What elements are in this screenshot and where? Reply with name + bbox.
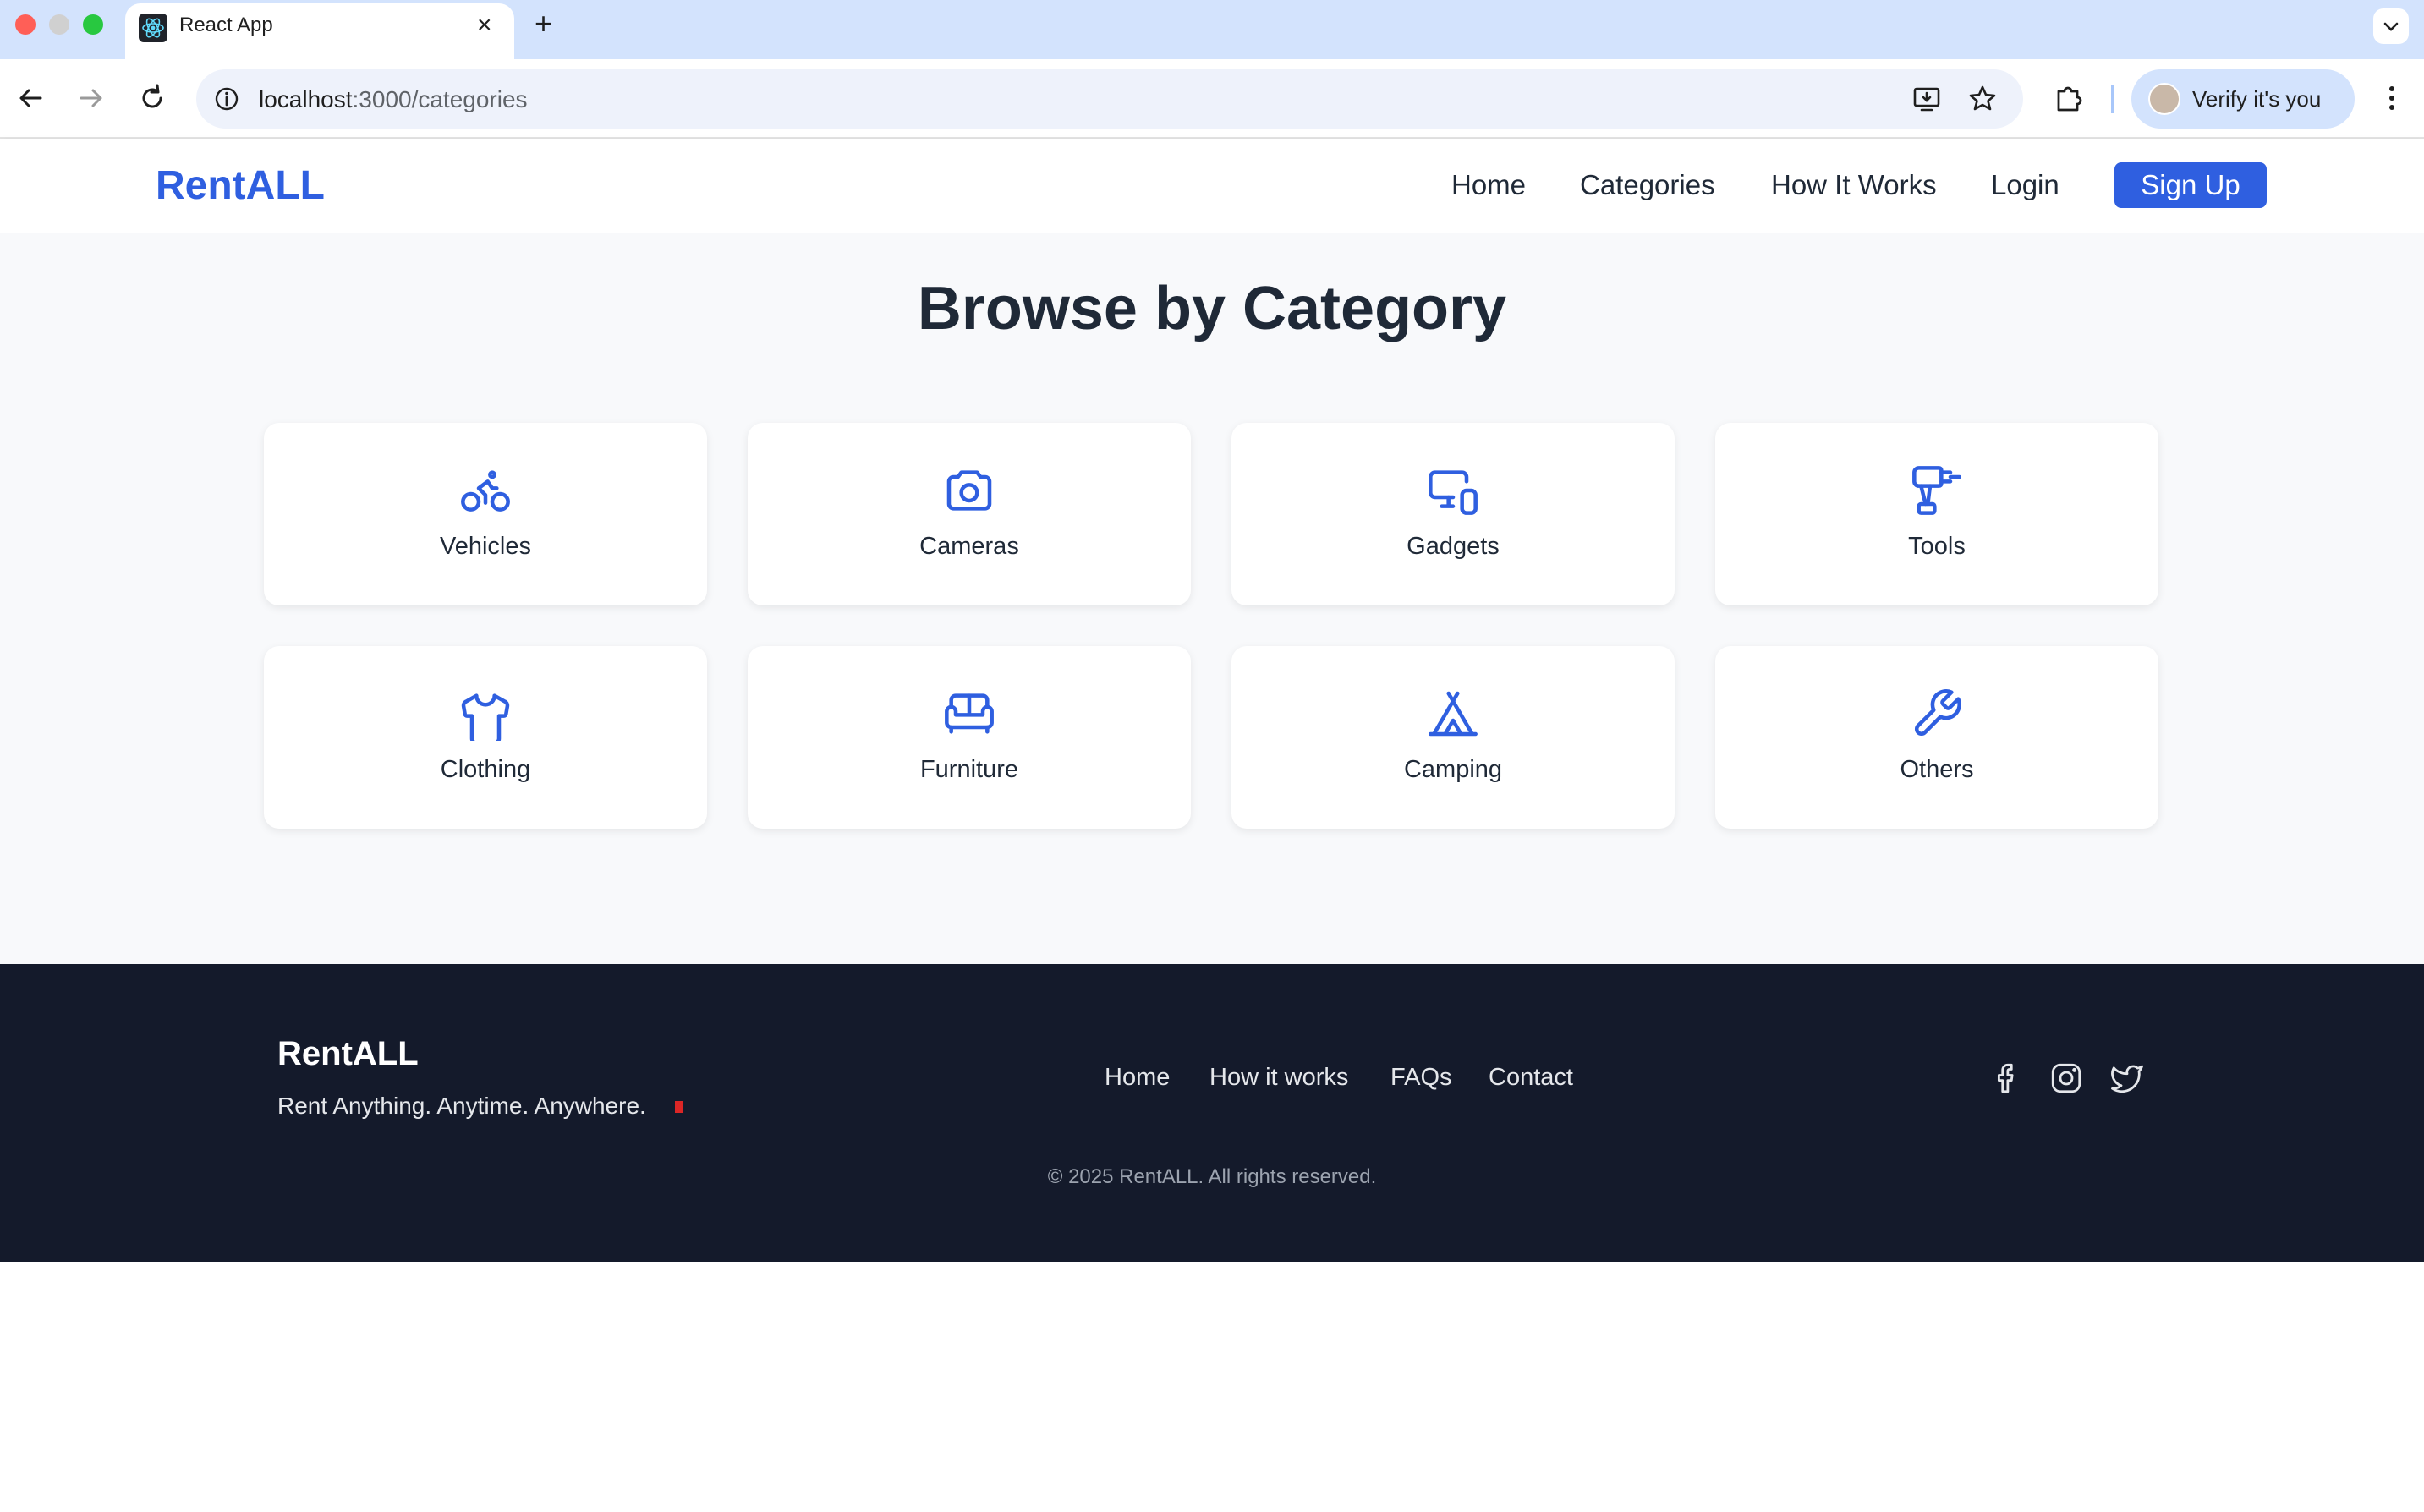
sign-up-button[interactable]: Sign Up bbox=[2114, 162, 2267, 208]
category-label: Gadgets bbox=[1407, 533, 1500, 560]
site-logo[interactable]: RentALL bbox=[156, 162, 325, 209]
page-title: Browse by Category bbox=[917, 275, 1507, 342]
close-tab-icon[interactable]: × bbox=[477, 8, 492, 42]
nav-link-home[interactable]: Home bbox=[1451, 169, 1526, 201]
zoom-window-button[interactable] bbox=[83, 14, 103, 35]
browser-menu-icon[interactable] bbox=[2383, 79, 2400, 117]
url-text: localhost:3000/categories bbox=[259, 86, 528, 112]
address-bar[interactable]: localhost:3000/categories bbox=[196, 69, 2023, 129]
categories-section: Browse by Category Vehicles Cameras Gadg… bbox=[0, 233, 2424, 964]
instagram-icon[interactable] bbox=[2048, 1060, 2084, 1096]
nav-link-login[interactable]: Login bbox=[1991, 169, 2059, 201]
category-card-furniture[interactable]: Furniture bbox=[748, 646, 1191, 829]
category-label: Cameras bbox=[919, 533, 1019, 560]
toolbar-divider bbox=[2111, 85, 2114, 113]
new-tab-icon[interactable]: + bbox=[535, 5, 552, 42]
category-card-vehicles[interactable]: Vehicles bbox=[264, 423, 707, 605]
site-footer: RentALL Rent Anything. Anytime. Anywhere… bbox=[0, 964, 2424, 1262]
category-card-gadgets[interactable]: Gadgets bbox=[1231, 423, 1675, 605]
extensions-puzzle-icon[interactable] bbox=[2050, 79, 2087, 117]
chevron-down-icon bbox=[2383, 22, 2399, 31]
nav-link-categories[interactable]: Categories bbox=[1580, 169, 1715, 201]
footer-tagline: Rent Anything. Anytime. Anywhere. bbox=[277, 1093, 646, 1119]
footer-link-contact[interactable]: Contact bbox=[1489, 1064, 1573, 1092]
category-label: Furniture bbox=[919, 756, 1019, 783]
browser-toolbar: localhost:3000/categories Verify it's yo… bbox=[0, 59, 2424, 139]
category-label: Others bbox=[1900, 756, 1974, 783]
site-info-icon[interactable] bbox=[211, 84, 242, 114]
category-card-camping[interactable]: Camping bbox=[1231, 646, 1675, 829]
footer-brand: RentALL bbox=[277, 1035, 419, 1072]
back-arrow-icon[interactable] bbox=[12, 79, 49, 117]
category-card-cameras[interactable]: Cameras bbox=[748, 423, 1191, 605]
category-label: Camping bbox=[1403, 756, 1503, 783]
bike-icon bbox=[461, 470, 510, 512]
category-label: Clothing bbox=[440, 756, 531, 783]
footer-link-faqs[interactable]: FAQs bbox=[1390, 1064, 1452, 1092]
facebook-icon[interactable] bbox=[1989, 1060, 2025, 1096]
drill-icon bbox=[1912, 466, 1961, 515]
shirt-icon bbox=[461, 693, 510, 741]
close-window-button[interactable] bbox=[15, 14, 36, 35]
avatar bbox=[2148, 83, 2180, 115]
camera-icon bbox=[946, 470, 992, 511]
category-label: Vehicles bbox=[439, 533, 531, 560]
twitter-icon[interactable] bbox=[2109, 1060, 2145, 1096]
category-label: Tools bbox=[1908, 533, 1966, 560]
browser-tab[interactable]: React App × bbox=[125, 3, 514, 59]
bookmark-star-icon[interactable] bbox=[1966, 82, 1999, 116]
copyright-text: © 2025 RentALL. All rights reserved. bbox=[1047, 1165, 1377, 1188]
category-card-others[interactable]: Others bbox=[1715, 646, 2158, 829]
devices-icon bbox=[1429, 470, 1478, 515]
install-app-icon[interactable] bbox=[1910, 82, 1944, 116]
tab-title: React App bbox=[179, 14, 273, 36]
wrench-icon bbox=[1914, 689, 1961, 737]
tab-search-button[interactable] bbox=[2373, 8, 2409, 44]
verify-label: Verify it's you bbox=[2192, 86, 2322, 112]
sofa-icon bbox=[945, 693, 994, 734]
verify-account-button[interactable]: Verify it's you bbox=[2131, 69, 2355, 129]
tent-icon bbox=[1429, 691, 1478, 737]
flag-icon bbox=[675, 1101, 683, 1113]
react-logo-icon bbox=[139, 14, 167, 42]
category-card-clothing[interactable]: Clothing bbox=[264, 646, 707, 829]
category-card-tools[interactable]: Tools bbox=[1715, 423, 2158, 605]
browser-tab-strip: React App × + bbox=[0, 0, 2424, 59]
footer-link-how-it-works[interactable]: How it works bbox=[1209, 1064, 1348, 1092]
minimize-window-button[interactable] bbox=[49, 14, 69, 35]
forward-arrow-icon[interactable] bbox=[73, 79, 110, 117]
site-navbar: RentALL Home Categories How It Works Log… bbox=[0, 139, 2424, 233]
nav-link-how-it-works[interactable]: How It Works bbox=[1771, 169, 1937, 201]
reload-icon[interactable] bbox=[134, 79, 171, 117]
footer-link-home[interactable]: Home bbox=[1105, 1064, 1170, 1092]
